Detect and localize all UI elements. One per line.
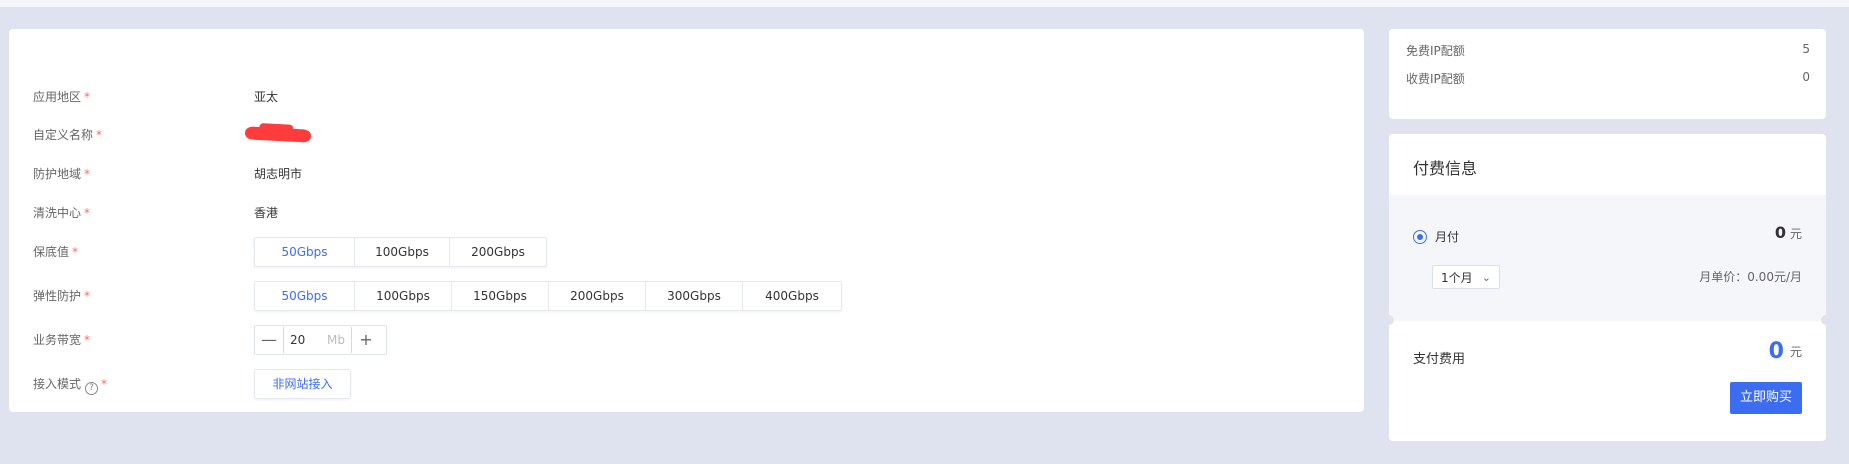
scrub-center-row: 清洗中心 * 香港	[9, 198, 1364, 228]
access-mode-label: 接入模式? *	[33, 377, 108, 395]
custom-name-label: 自定义名称 *	[33, 128, 103, 142]
monthly-label: 月付	[1435, 230, 1460, 244]
fee-label: 支付费用	[1413, 352, 1466, 367]
elastic-option-150[interactable]: 150Gbps	[452, 282, 549, 310]
increment-button[interactable]: +	[352, 326, 380, 354]
bandwidth-stepper: — 20 Mb +	[254, 325, 387, 355]
top-strip	[0, 0, 1849, 7]
protect-area-label: 防护地域 *	[33, 167, 91, 181]
right-notch	[1821, 315, 1826, 325]
elastic-option-200[interactable]: 200Gbps	[549, 282, 646, 310]
redacted-name-value	[244, 126, 312, 143]
help-circle-icon[interactable]: ?	[85, 382, 99, 395]
base-protect-option-50[interactable]: 50Gbps	[255, 238, 355, 266]
duration-select[interactable]: 1个月 ⌄	[1432, 265, 1500, 289]
base-protect-row: 保底值 * 50Gbps 100Gbps 200Gbps	[9, 237, 1364, 267]
payment-card: 付费信息 月付 0元 1个月 ⌄ 月单价：0.00元/月 支付费用 0元 立即购买	[1389, 134, 1826, 441]
access-mode-row: 接入模式? * 非网站接入	[9, 369, 1364, 399]
ip-quota-card: 免费IP配额 5 收费IP配额 0	[1389, 29, 1826, 119]
bandwidth-label: 业务带宽 *	[33, 333, 91, 347]
paid-ip-value: 0	[1802, 70, 1810, 84]
duration-value: 1个月	[1441, 271, 1473, 285]
buy-now-button[interactable]: 立即购买	[1730, 382, 1802, 414]
free-ip-value: 5	[1802, 42, 1810, 56]
base-protect-option-200[interactable]: 200Gbps	[450, 238, 546, 266]
bandwidth-input[interactable]: 20 Mb	[283, 327, 352, 353]
elastic-protect-row: 弹性防护 * 50Gbps 100Gbps 150Gbps 200Gbps 300…	[9, 281, 1364, 311]
fee-amount: 0	[1768, 339, 1784, 364]
protect-area-row: 防护地域 * 胡志明市	[9, 159, 1364, 189]
payment-title: 付费信息	[1413, 159, 1478, 178]
region-row: 应用地区 * 亚太	[9, 82, 1364, 112]
elastic-option-100[interactable]: 100Gbps	[355, 282, 452, 310]
elastic-option-400[interactable]: 400Gbps	[743, 282, 841, 310]
unit-price: 月单价：0.00元/月	[1699, 270, 1802, 284]
scrub-center-label: 清洗中心 *	[33, 206, 91, 220]
monthly-price: 0元	[1775, 223, 1802, 242]
free-ip-quota: 免费IP配额 5	[1406, 42, 1810, 62]
elastic-option-50[interactable]: 50Gbps	[255, 282, 355, 310]
fee-currency: 元	[1789, 345, 1802, 359]
elastic-protect-options: 50Gbps 100Gbps 150Gbps 200Gbps 300Gbps 4…	[254, 281, 842, 311]
region-label: 应用地区 *	[33, 90, 91, 104]
bandwidth-unit: Mb	[327, 333, 345, 347]
scrub-center-value: 香港	[254, 206, 279, 220]
monthly-currency: 元	[1789, 227, 1802, 241]
paid-ip-quota: 收费IP配额 0	[1406, 70, 1810, 90]
elastic-option-300[interactable]: 300Gbps	[646, 282, 743, 310]
free-ip-label: 免费IP配额	[1406, 44, 1465, 58]
elastic-protect-label: 弹性防护 *	[33, 289, 91, 303]
base-protect-option-100[interactable]: 100Gbps	[355, 238, 450, 266]
bandwidth-value: 20	[290, 333, 306, 347]
fee-total: 0元	[1769, 339, 1802, 364]
payment-options-panel: 月付 0元 1个月 ⌄ 月单价：0.00元/月	[1389, 195, 1826, 321]
bandwidth-row: 业务带宽 * — 20 Mb +	[9, 325, 1364, 355]
base-protect-label: 保底值 *	[33, 245, 79, 259]
chevron-down-icon: ⌄	[1481, 271, 1491, 284]
order-form-card: 应用地区 * 亚太 自定义名称 * 防护地域 * 胡志明市 清洗中心 * 香港 保底值 *…	[9, 29, 1364, 412]
base-protect-options: 50Gbps 100Gbps 200Gbps	[254, 237, 547, 267]
left-notch	[1389, 315, 1394, 325]
decrement-button[interactable]: —	[255, 326, 283, 354]
paid-ip-label: 收费IP配额	[1406, 72, 1465, 86]
monthly-radio[interactable]	[1413, 230, 1427, 244]
region-value: 亚太	[254, 90, 279, 104]
protect-area-value: 胡志明市	[254, 167, 303, 181]
access-mode-option[interactable]: 非网站接入	[254, 369, 351, 399]
monthly-amount: 0	[1774, 223, 1786, 242]
custom-name-row: 自定义名称 *	[9, 120, 1364, 150]
